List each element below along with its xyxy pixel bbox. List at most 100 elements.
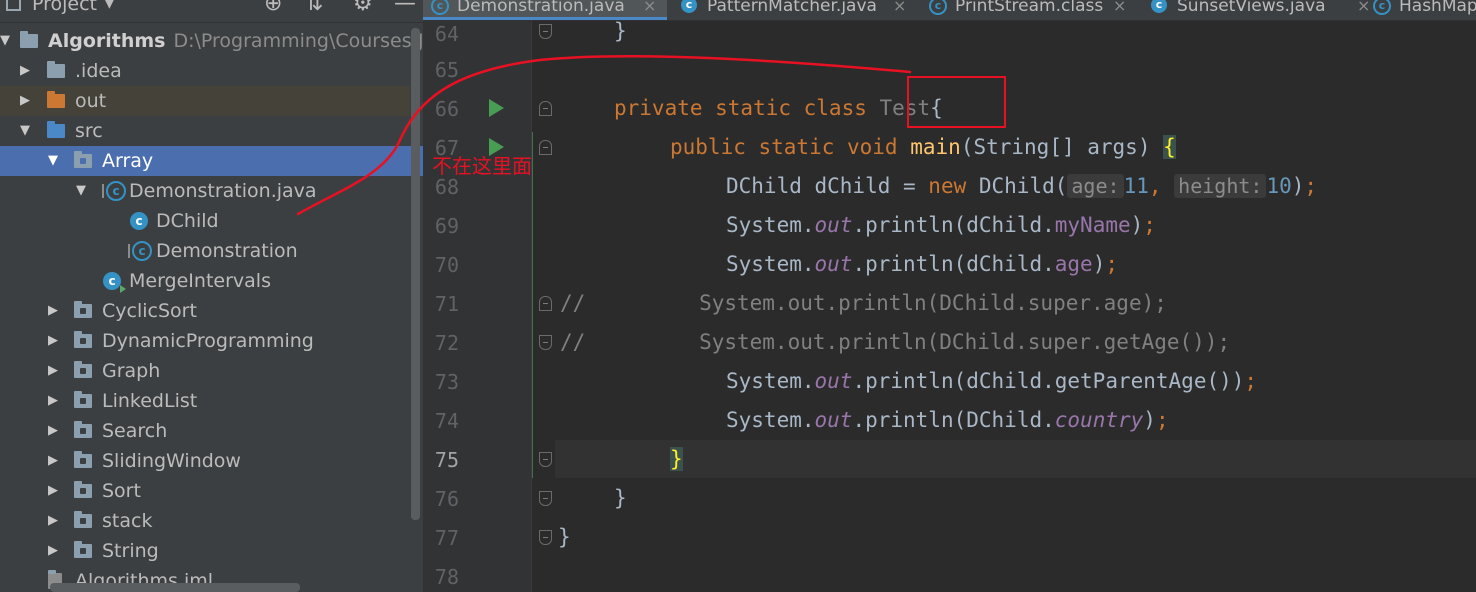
fold-start-icon[interactable] [539, 140, 552, 155]
code-text: ) [1143, 408, 1156, 432]
tree-item-cyclicsort[interactable]: ▶ CyclicSort [0, 296, 410, 326]
tree-item-mergeintervals[interactable]: c MergeIntervals [0, 266, 410, 296]
code-line-73[interactable]: System.out.println(dChild.getParentAge()… [726, 362, 1257, 401]
run-class-icon[interactable] [489, 99, 504, 117]
code-line-76[interactable]: } [614, 479, 627, 518]
chevron-right-icon[interactable]: ▶ [46, 536, 60, 566]
close-icon[interactable]: × [893, 0, 906, 20]
chevron-right-icon[interactable]: ▶ [46, 416, 60, 446]
code-line-71[interactable]: // System.out.println(DChild.super.age); [560, 284, 1167, 323]
brace: } [614, 486, 627, 510]
code-line-74[interactable]: System.out.println(DChild.country); [726, 401, 1169, 440]
package-icon [74, 421, 92, 438]
tab-sunsetviews-java[interactable]: c SunsetViews.java × [1143, 0, 1401, 20]
code-text: DChild( [966, 174, 1068, 198]
package-icon [74, 331, 92, 348]
field: age [1054, 252, 1093, 276]
minimize-icon[interactable]: — [394, 0, 416, 16]
code-line-67[interactable]: public static void main(String[] args) { [670, 128, 1176, 167]
current-line-highlight [555, 440, 1476, 478]
fold-end-icon[interactable] [539, 335, 552, 350]
tree-item-stack[interactable]: ▶ stack [0, 506, 410, 536]
tree-item-idea[interactable]: ▶ .idea [0, 56, 410, 86]
project-panel-title[interactable]: Project [32, 0, 97, 15]
line-number: 76 [434, 487, 459, 511]
chevron-right-icon[interactable]: ▶ [46, 476, 60, 506]
line-number: 77 [434, 526, 459, 550]
chevron-right-icon[interactable]: ▶ [46, 506, 60, 536]
fold-end-icon[interactable] [539, 24, 552, 39]
tree-item-search[interactable]: ▶ Search [0, 416, 410, 446]
code-line-64[interactable]: } [614, 12, 627, 51]
package-icon [74, 541, 92, 558]
line-number: 71 [434, 292, 459, 316]
class-icon: c [1151, 0, 1167, 13]
collapse-all-icon[interactable]: ⇅ [305, 0, 323, 16]
chevron-down-icon[interactable]: ▼ [0, 26, 12, 56]
horizontal-scrollbar[interactable] [50, 583, 300, 592]
tab-printstream-class[interactable]: c PrintStream.class × [921, 0, 1179, 20]
keyword: private static class [614, 96, 867, 120]
chevron-down-icon[interactable]: ▼ [74, 176, 88, 206]
fold-end-icon[interactable] [539, 530, 552, 545]
close-icon[interactable]: × [1113, 0, 1126, 20]
tree-item-label: Search [102, 420, 168, 442]
class-icon: c [681, 0, 697, 13]
close-icon[interactable]: × [643, 0, 656, 20]
code-line-70[interactable]: System.out.println(dChild.age); [726, 245, 1118, 284]
gear-icon[interactable]: ⚙ [353, 0, 373, 16]
chevron-down-icon[interactable]: ▼ [46, 146, 60, 176]
fold-end-icon[interactable] [539, 452, 552, 467]
tree-item-slidingwindow[interactable]: ▶ SlidingWindow [0, 446, 410, 476]
static-field: out [814, 408, 853, 432]
project-icon [6, 0, 21, 11]
tree-item-sort[interactable]: ▶ Sort [0, 476, 410, 506]
tree-item-label: MergeIntervals [129, 270, 271, 292]
tree-item-label: Demonstration.java [129, 180, 317, 202]
chevron-right-icon[interactable]: ▶ [46, 446, 60, 476]
chevron-right-icon[interactable]: ▶ [18, 56, 32, 86]
tab-label: HashMap [1399, 0, 1476, 16]
vertical-scrollbar[interactable] [411, 28, 420, 520]
crosshair-icon[interactable]: ⊕ [264, 0, 282, 16]
fold-start-icon[interactable] [539, 101, 552, 116]
tab-hashmap[interactable]: c HashMap [1365, 0, 1476, 20]
chevron-right-icon[interactable]: ▶ [46, 326, 60, 356]
tree-item-algorithms[interactable]: ▼ Algorithms D:\Programming\Courses\JAVA [0, 26, 423, 56]
code-line-77[interactable]: } [558, 518, 571, 557]
chevron-down-icon[interactable]: ▼ [18, 116, 32, 146]
code-text: ) [1291, 174, 1305, 198]
tree-item-demonstration[interactable]: c Demonstration [0, 236, 410, 266]
chevron-right-icon[interactable]: ▶ [46, 356, 60, 386]
tree-item-string[interactable]: ▶ String [0, 536, 410, 566]
line-number: 72 [434, 331, 459, 355]
tree-item-dchild[interactable]: c DChild [0, 206, 410, 236]
code-line-72[interactable]: // System.out.println(DChild.super.getAg… [560, 323, 1230, 362]
code-line-66[interactable]: private static class Test{ [614, 89, 943, 128]
code-text: dChild.getParentAge()) [966, 369, 1245, 393]
chevron-right-icon[interactable]: ▶ [46, 296, 60, 326]
fold-start-icon[interactable] [539, 296, 552, 311]
tree-item-label: stack [102, 510, 153, 532]
tree-item-array[interactable]: ▼ Array [0, 146, 423, 176]
tab-demonstration-java[interactable]: c Demonstration.java × [423, 0, 667, 20]
tab-patternmatcher-java[interactable]: c PatternMatcher.java × [673, 0, 947, 20]
annotation-box [907, 76, 1006, 128]
code-line-75[interactable]: } [670, 440, 683, 479]
tree-item-src[interactable]: ▼ src [0, 116, 410, 146]
code-text: ) [1130, 213, 1144, 237]
fold-end-icon[interactable] [539, 491, 552, 506]
param-hint: height: [1174, 174, 1267, 198]
caret-down-icon[interactable]: ▼ [104, 0, 115, 11]
tree-item-label: SlidingWindow [102, 450, 241, 472]
chevron-right-icon[interactable]: ▶ [46, 386, 60, 416]
tree-item-graph[interactable]: ▶ Graph [0, 356, 410, 386]
code-line-68[interactable]: DChild dChild = new DChild(age: 11, heigh… [726, 167, 1317, 206]
tree-item-linkedlist[interactable]: ▶ LinkedList [0, 386, 410, 416]
code-line-69[interactable]: System.out.println(dChild.myName); [726, 206, 1156, 245]
tree-item-out[interactable]: ▶ out [0, 86, 410, 116]
chevron-right-icon[interactable]: ▶ [18, 86, 32, 116]
tree-item-demonstration-java[interactable]: ▼ c Demonstration.java [0, 176, 410, 206]
code-text: .println( [852, 213, 967, 237]
tree-item-dynamicprogramming[interactable]: ▶ DynamicProgramming [0, 326, 410, 356]
